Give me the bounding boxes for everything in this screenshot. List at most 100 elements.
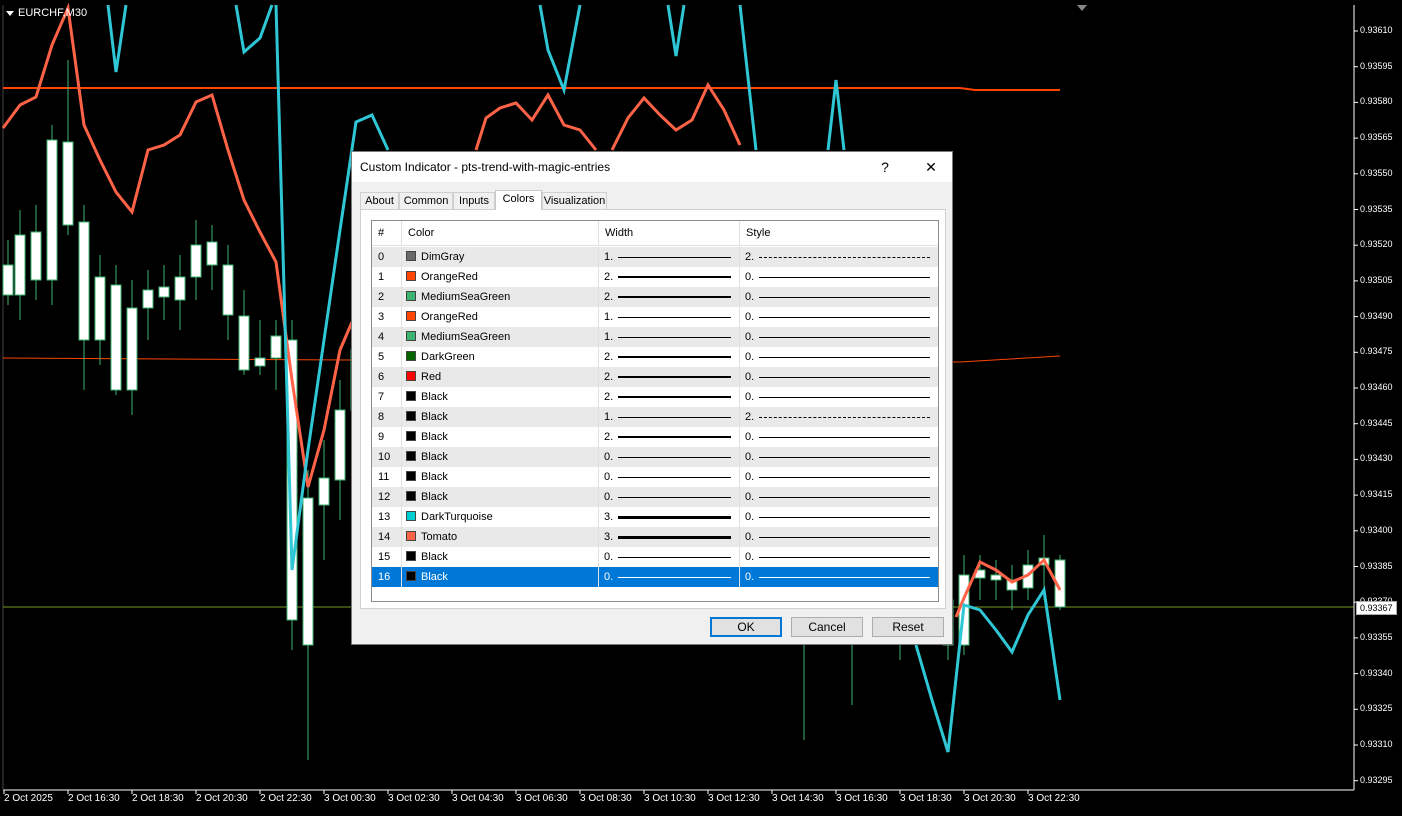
color-cell[interactable]: Black (402, 547, 599, 567)
width-cell[interactable]: 1. (599, 407, 740, 427)
width-cell[interactable]: 0. (599, 567, 740, 587)
style-line-preview (759, 357, 930, 358)
color-cell[interactable]: DarkGreen (402, 347, 599, 367)
color-cell[interactable]: MediumSeaGreen (402, 327, 599, 347)
style-cell[interactable]: 2. (740, 247, 938, 267)
style-cell[interactable]: 0. (740, 327, 938, 347)
style-cell[interactable]: 0. (740, 347, 938, 367)
table-row[interactable]: 9 Black 2. 0. (372, 427, 938, 447)
width-cell[interactable]: 0. (599, 447, 740, 467)
color-cell[interactable]: Black (402, 387, 599, 407)
color-cell[interactable]: Black (402, 467, 599, 487)
width-line-preview (618, 276, 731, 278)
style-cell[interactable]: 0. (740, 387, 938, 407)
width-cell[interactable]: 0. (599, 467, 740, 487)
tab-visualization[interactable]: Visualization (542, 192, 607, 209)
tab-colors[interactable]: Colors (495, 190, 542, 210)
color-cell[interactable]: Black (402, 407, 599, 427)
color-cell[interactable]: Black (402, 567, 599, 587)
table-row[interactable]: 6 Red 2. 0. (372, 367, 938, 387)
style-cell[interactable]: 0. (740, 547, 938, 567)
width-cell[interactable]: 2. (599, 367, 740, 387)
color-name: Black (421, 411, 448, 423)
style-cell[interactable]: 0. (740, 427, 938, 447)
table-row[interactable]: 14 Tomato 3. 0. (372, 527, 938, 547)
style-cell[interactable]: 0. (740, 487, 938, 507)
color-cell[interactable]: Black (402, 427, 599, 447)
table-row[interactable]: 8 Black 1. 2. (372, 407, 938, 427)
style-cell[interactable]: 0. (740, 307, 938, 327)
style-value: 0. (745, 571, 755, 583)
color-cell[interactable]: Black (402, 447, 599, 467)
column-header-num[interactable]: # (372, 221, 402, 245)
color-cell[interactable]: DarkTurquoise (402, 507, 599, 527)
table-row[interactable]: 5 DarkGreen 2. 0. (372, 347, 938, 367)
cancel-button[interactable]: Cancel (791, 617, 863, 637)
color-name: Black (421, 571, 448, 583)
color-cell[interactable]: MediumSeaGreen (402, 287, 599, 307)
column-header-width[interactable]: Width (599, 221, 740, 245)
style-cell[interactable]: 0. (740, 267, 938, 287)
tab-inputs[interactable]: Inputs (453, 192, 495, 209)
table-row[interactable]: 7 Black 2. 0. (372, 387, 938, 407)
table-row[interactable]: 15 Black 0. 0. (372, 547, 938, 567)
color-cell[interactable]: OrangeRed (402, 267, 599, 287)
candle-body (206, 241, 218, 266)
column-header-style[interactable]: Style (740, 221, 938, 245)
width-cell[interactable]: 1. (599, 327, 740, 347)
style-cell[interactable]: 0. (740, 447, 938, 467)
dialog-title-bar[interactable]: Custom Indicator - pts-trend-with-magic-… (352, 152, 952, 182)
tab-about[interactable]: About (360, 192, 399, 209)
table-row[interactable]: 12 Black 0. 0. (372, 487, 938, 507)
width-cell[interactable]: 0. (599, 487, 740, 507)
style-cell[interactable]: 2. (740, 407, 938, 427)
table-row[interactable]: 4 MediumSeaGreen 1. 0. (372, 327, 938, 347)
tab-common[interactable]: Common (399, 192, 453, 209)
price-tick-label: 0.93610 (1360, 25, 1393, 35)
style-cell[interactable]: 0. (740, 507, 938, 527)
close-icon[interactable]: ✕ (910, 152, 952, 182)
table-row[interactable]: 2 MediumSeaGreen 2. 0. (372, 287, 938, 307)
width-cell[interactable]: 0. (599, 547, 740, 567)
symbol-label[interactable]: EURCHF,M30 (6, 7, 87, 19)
width-line-preview (618, 257, 731, 258)
color-cell[interactable]: DimGray (402, 247, 599, 267)
width-cell[interactable]: 2. (599, 347, 740, 367)
color-cell[interactable]: Black (402, 487, 599, 507)
width-value: 3. (604, 511, 614, 523)
table-row[interactable]: 1 OrangeRed 2. 0. (372, 267, 938, 287)
width-cell[interactable]: 2. (599, 387, 740, 407)
column-header-color[interactable]: Color (402, 221, 599, 245)
style-cell[interactable]: 0. (740, 287, 938, 307)
ok-button[interactable]: OK (710, 617, 782, 637)
help-icon[interactable]: ? (864, 152, 906, 182)
color-cell[interactable]: Red (402, 367, 599, 387)
style-cell[interactable]: 0. (740, 567, 938, 587)
style-cell[interactable]: 0. (740, 527, 938, 547)
width-cell[interactable]: 3. (599, 527, 740, 547)
style-line-preview (759, 337, 930, 338)
width-cell[interactable]: 3. (599, 507, 740, 527)
dropdown-triangle-icon[interactable] (6, 10, 14, 16)
color-name: Red (421, 371, 442, 383)
width-cell[interactable]: 1. (599, 307, 740, 327)
color-cell[interactable]: Tomato (402, 527, 599, 547)
color-name: DarkGreen (421, 351, 475, 363)
width-cell[interactable]: 2. (599, 287, 740, 307)
table-row[interactable]: 10 Black 0. 0. (372, 447, 938, 467)
width-cell[interactable]: 2. (599, 427, 740, 447)
table-row[interactable]: 16 Black 0. 0. (372, 567, 938, 587)
colors-grid[interactable]: # Color Width Style 0 DimGray 1. 2. 1 OrangeR… (371, 220, 939, 602)
color-cell[interactable]: OrangeRed (402, 307, 599, 327)
reset-button[interactable]: Reset (872, 617, 944, 637)
style-cell[interactable]: 0. (740, 367, 938, 387)
width-cell[interactable]: 2. (599, 267, 740, 287)
table-row[interactable]: 0 DimGray 1. 2. (372, 247, 938, 267)
table-row[interactable]: 13 DarkTurquoise 3. 0. (372, 507, 938, 527)
row-index: 13 (372, 507, 402, 527)
table-row[interactable]: 11 Black 0. 0. (372, 467, 938, 487)
style-cell[interactable]: 0. (740, 467, 938, 487)
width-cell[interactable]: 1. (599, 247, 740, 267)
width-line-preview (618, 417, 731, 418)
table-row[interactable]: 3 OrangeRed 1. 0. (372, 307, 938, 327)
